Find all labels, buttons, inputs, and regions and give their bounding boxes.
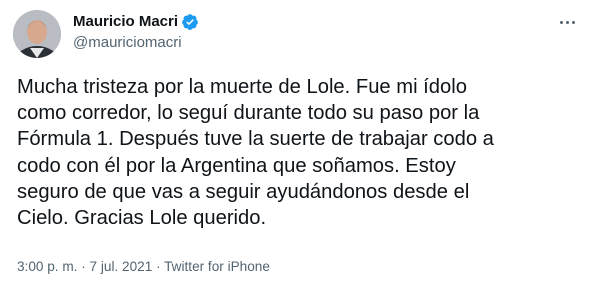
tweet-date: 7 jul. 2021: [89, 259, 153, 274]
tweet-meta: 3:00 p. m. · 7 jul. 2021 · Twitter for i…: [17, 258, 270, 276]
meta-separator: ·: [156, 259, 161, 274]
more-options-button[interactable]: [553, 12, 581, 32]
avatar[interactable]: [13, 10, 61, 58]
author-block: Mauricio Macri @mauriciomacri: [73, 12, 199, 53]
author-handle[interactable]: @mauriciomacri: [73, 33, 199, 53]
more-dot-icon: [571, 20, 575, 24]
author-name[interactable]: Mauricio Macri: [73, 12, 178, 32]
profile-photo-icon: [13, 10, 61, 58]
name-row: Mauricio Macri: [73, 12, 199, 32]
tweet-time-link[interactable]: 3:00 p. m. · 7 jul. 2021: [17, 259, 152, 274]
tweet-source-link[interactable]: Twitter for iPhone: [164, 259, 270, 274]
more-dot-icon: [559, 20, 563, 24]
tweet-text: Mucha tristeza por la muerte de Lole. Fu…: [17, 76, 494, 230]
tweet-card: Mauricio Macri @mauriciomacri Mucha tris…: [0, 0, 595, 283]
tweet-time: 3:00 p. m.: [17, 259, 78, 274]
more-dot-icon: [565, 20, 569, 24]
verified-badge-icon: [181, 13, 199, 31]
meta-separator: ·: [81, 259, 86, 274]
